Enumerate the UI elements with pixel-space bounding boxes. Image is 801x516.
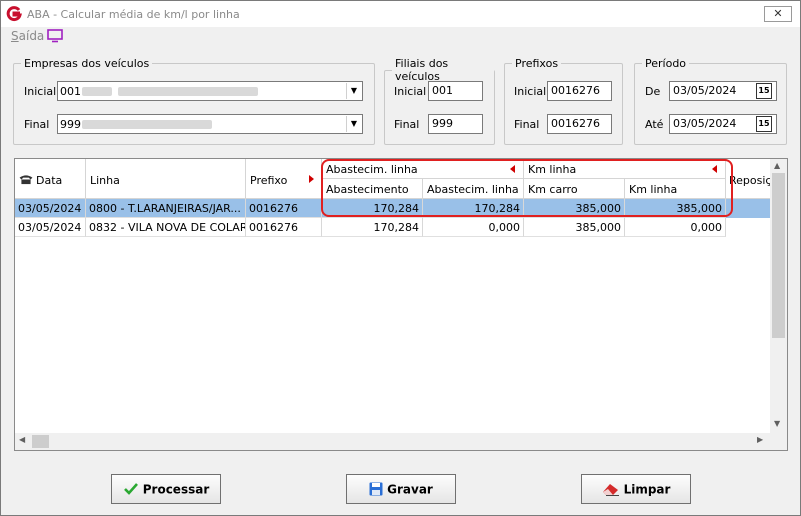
periodo-legend: Período <box>645 57 687 70</box>
header-data[interactable]: Data <box>15 159 86 199</box>
cell-km-linha: 0,000 <box>625 218 726 237</box>
menu-saida-label: aída <box>18 29 45 43</box>
menu-bar: Saída <box>1 27 800 47</box>
header-abastecim-linha-label: Abastecim. linha <box>427 183 519 196</box>
filiais-legend: Filiais dos veículos <box>395 57 449 83</box>
filial-final-input[interactable]: 999 <box>428 114 483 134</box>
empresas-inicial-label: Inicial <box>24 85 57 98</box>
empresa-final-combo[interactable]: 999 ▼ <box>57 114 363 134</box>
redacted-text <box>82 87 112 96</box>
cell-data: 03/05/2024 <box>15 218 86 237</box>
expand-right-icon[interactable] <box>309 175 314 183</box>
empresas-final-label: Final <box>24 118 50 131</box>
prefixos-legend: Prefixos <box>515 57 559 70</box>
cell-prefixo: 0016276 <box>246 218 322 237</box>
horizontal-scroll-thumb[interactable] <box>32 435 49 448</box>
gravar-button[interactable]: Gravar <box>346 474 456 504</box>
prefixos-inicial-label: Inicial <box>514 85 547 98</box>
cell-abastecim-linha: 170,284 <box>423 199 524 218</box>
close-icon: ✕ <box>773 7 783 20</box>
header-group-km[interactable]: Km linha <box>524 159 726 179</box>
empresa-inicial-value: 001 <box>60 85 81 98</box>
periodo-de-label: De <box>645 85 661 98</box>
header-km-linha-label: Km linha <box>629 183 678 196</box>
menu-saida[interactable]: Saída <box>11 29 44 43</box>
collapse-left-icon[interactable] <box>510 165 515 173</box>
filiais-final-label: Final <box>394 118 420 131</box>
redacted-text <box>118 87 258 96</box>
filiais-inicial-label: Inicial <box>394 85 427 98</box>
prefixo-inicial-input[interactable]: 0016276 <box>547 81 612 101</box>
chevron-down-icon[interactable]: ▼ <box>346 116 361 132</box>
scroll-up-icon[interactable]: ▲ <box>774 161 780 170</box>
cell-prefixo: 0016276 <box>246 199 322 218</box>
header-linha[interactable]: Linha <box>86 159 246 199</box>
cell-data: 03/05/2024 <box>15 199 86 218</box>
cell-km-linha: 385,000 <box>625 199 726 218</box>
header-km-carro[interactable]: Km carro <box>524 179 625 199</box>
header-group-abastecim-label: Abastecim. linha <box>326 163 418 176</box>
empresas-legend: Empresas dos veículos <box>24 57 150 70</box>
empresa-final-value: 999 <box>60 118 81 131</box>
main-window: ABA - Calcular média de km/l por linha ✕… <box>0 0 801 516</box>
gravar-label: Gravar <box>387 482 433 497</box>
limpar-label: Limpar <box>623 482 671 497</box>
close-button[interactable]: ✕ <box>764 6 792 22</box>
scroll-right-icon[interactable]: ▶ <box>757 435 763 444</box>
calendar-ate-icon[interactable]: 15 <box>756 116 772 132</box>
header-reposicao[interactable]: Reposiçã <box>726 159 778 199</box>
header-group-km-label: Km linha <box>528 163 577 176</box>
periodo-ate-label: Até <box>645 118 664 131</box>
redacted-text <box>82 120 212 129</box>
scroll-left-icon[interactable]: ◀ <box>19 435 25 444</box>
header-group-abastecim[interactable]: Abastecim. linha <box>322 159 524 179</box>
cell-linha: 0800 - T.LARANJEIRAS/JAR... <box>86 199 246 218</box>
header-data-label: Data <box>36 174 63 187</box>
phone-icon <box>19 175 33 185</box>
header-km-carro-label: Km carro <box>528 183 578 196</box>
header-abastecimento[interactable]: Abastecimento <box>322 179 423 199</box>
horizontal-scrollbar[interactable]: ◀ ▶ <box>15 433 771 450</box>
header-prefixo[interactable]: Prefixo <box>246 159 322 199</box>
header-linha-label: Linha <box>90 174 120 187</box>
vertical-scrollbar[interactable]: ▲ ▼ <box>770 159 787 433</box>
cell-abastecim-linha: 0,000 <box>423 218 524 237</box>
checkmark-icon <box>123 483 138 496</box>
table-row[interactable]: 03/05/2024 0832 - VILA NOVA DE COLAR... … <box>15 218 771 237</box>
periodo-ate-value: 03/05/2024 <box>673 117 737 130</box>
monitor-icon[interactable] <box>47 29 63 43</box>
processar-label: Processar <box>142 482 210 497</box>
periodo-de-value: 03/05/2024 <box>673 84 737 97</box>
processar-button[interactable]: Processar <box>111 474 221 504</box>
empresa-inicial-combo[interactable]: 001 ▼ <box>57 81 363 101</box>
eraser-icon <box>602 484 619 497</box>
cell-km-carro: 385,000 <box>524 199 625 218</box>
window-title: ABA - Calcular média de km/l por linha <box>27 8 240 21</box>
header-prefixo-label: Prefixo <box>250 174 288 187</box>
calendar-de-icon[interactable]: 15 <box>756 83 772 99</box>
title-bar: ABA - Calcular média de km/l por linha ✕ <box>1 1 800 27</box>
header-km-linha[interactable]: Km linha <box>625 179 726 199</box>
vertical-scroll-thumb[interactable] <box>772 173 785 338</box>
scroll-down-icon[interactable]: ▼ <box>774 419 780 428</box>
filial-inicial-input[interactable]: 001 <box>428 81 483 101</box>
cell-linha: 0832 - VILA NOVA DE COLAR... <box>86 218 246 237</box>
scroll-corner <box>770 433 787 450</box>
limpar-button[interactable]: Limpar <box>581 474 691 504</box>
menu-saida-accel: S <box>11 29 19 43</box>
header-abastecim-linha[interactable]: Abastecim. linha <box>423 179 524 199</box>
header-abastecimento-label: Abastecimento <box>326 183 409 196</box>
collapse-left-icon[interactable] <box>712 165 717 173</box>
cell-km-carro: 385,000 <box>524 218 625 237</box>
prefixos-final-label: Final <box>514 118 540 131</box>
chevron-down-icon[interactable]: ▼ <box>346 83 361 99</box>
app-logo-icon <box>6 6 22 22</box>
cell-abastecimento: 170,284 <box>322 199 423 218</box>
cell-abastecimento: 170,284 <box>322 218 423 237</box>
prefixo-final-input[interactable]: 0016276 <box>547 114 612 134</box>
save-disk-icon <box>369 482 383 496</box>
results-grid[interactable]: Data Linha Prefixo Abastecim. linha Km l… <box>14 158 788 451</box>
table-row[interactable]: 03/05/2024 0800 - T.LARANJEIRAS/JAR... 0… <box>15 199 771 218</box>
